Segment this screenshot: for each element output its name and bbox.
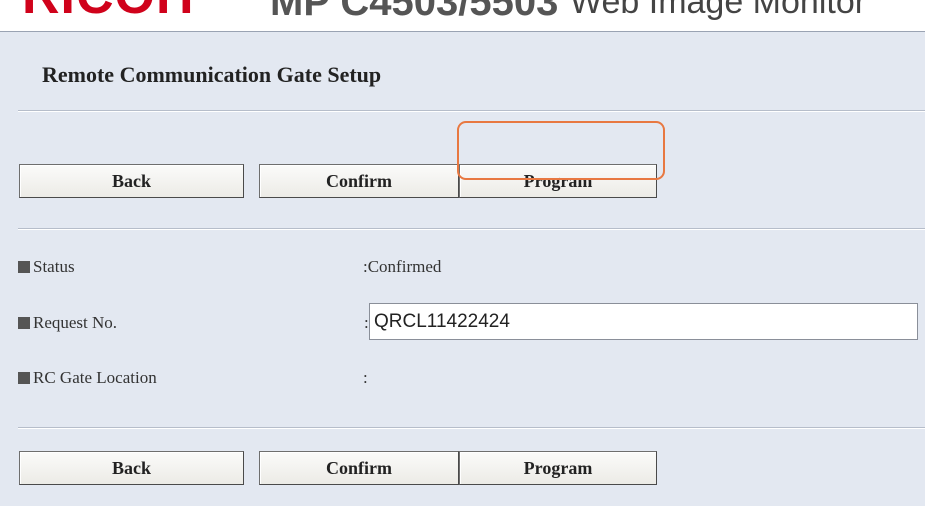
- program-button-bottom[interactable]: Program: [459, 451, 657, 485]
- status-label: Status: [18, 257, 75, 277]
- bullet-square-icon: [18, 372, 30, 384]
- buttons-divider-top: [18, 228, 925, 230]
- model-name: MP C4503/5503: [270, 0, 559, 24]
- page-title: Remote Communication Gate Setup: [42, 62, 382, 87]
- confirm-button-top[interactable]: Confirm: [259, 164, 459, 198]
- status-value: :Confirmed: [363, 257, 442, 276]
- request-no-label: Request No.: [18, 313, 117, 333]
- request-no-input[interactable]: QRCL11422424: [369, 303, 918, 340]
- bullet-square-icon: [18, 261, 30, 273]
- back-button-bottom[interactable]: Back: [19, 451, 244, 485]
- confirm-button-bottom[interactable]: Confirm: [259, 451, 459, 485]
- buttons-divider-bottom: [18, 427, 925, 429]
- rc-gate-location-label-text: RC Gate Location: [33, 368, 157, 387]
- bullet-square-icon: [18, 317, 30, 329]
- program-button-top[interactable]: Program: [459, 164, 657, 198]
- app-name: Web Image Monitor: [570, 0, 867, 21]
- rc-gate-location-label: RC Gate Location: [18, 368, 157, 388]
- back-button-top[interactable]: Back: [19, 164, 244, 198]
- status-label-text: Status: [33, 257, 75, 276]
- rc-gate-location-value: :: [363, 368, 368, 387]
- request-no-label-text: Request No.: [33, 313, 118, 332]
- setup-panel: Remote Communication Gate Setup Back Con…: [0, 31, 925, 506]
- title-divider: [18, 110, 925, 112]
- brand-logo: RICOH: [22, 0, 195, 22]
- app-header: RICOH MP C4503/5503 Web Image Monitor: [0, 0, 925, 31]
